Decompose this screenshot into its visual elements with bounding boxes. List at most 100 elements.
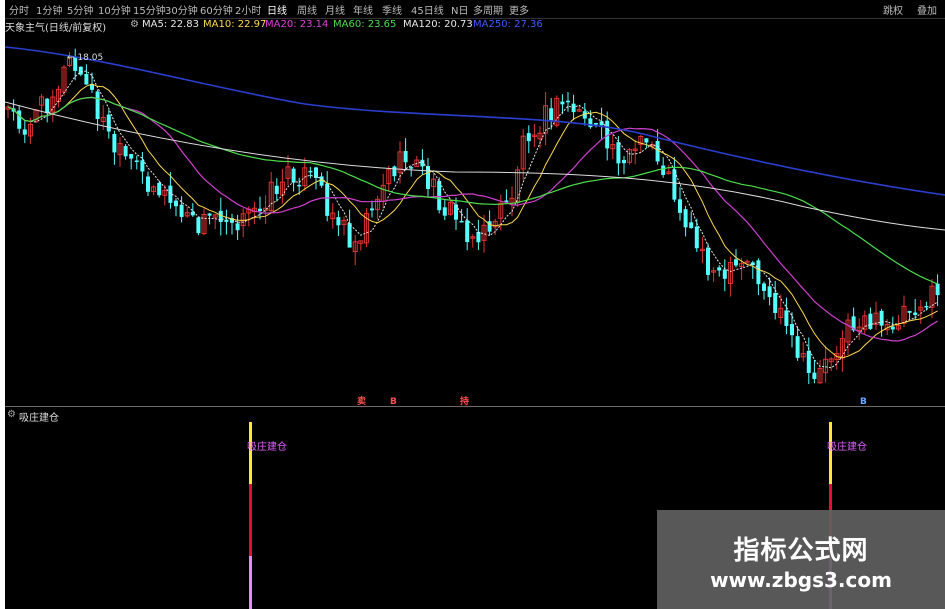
candle-body [129, 153, 134, 159]
signal-bar-red [249, 484, 252, 556]
watermark: 指标公式网 www.zbgs3.com [657, 510, 945, 609]
ma-legend-item: MA250: 27.36 [473, 19, 543, 30]
panel-divider [5, 406, 945, 407]
candle-body [868, 313, 873, 329]
period-tab[interactable]: 日线 [267, 2, 287, 17]
candle-body [442, 207, 447, 216]
candle-body [812, 372, 817, 380]
indicator-gear-icon[interactable]: ⚙ [7, 409, 16, 420]
candlestick-chart[interactable]: ← 18.05 卖 B 持 B [5, 32, 945, 406]
period-tab[interactable]: 60分钟 [200, 2, 233, 17]
moving-average-legend: 天象主气(日线/前复权) ⚙ MA5: 22.83 MA10: 22.97 MA20: … [5, 18, 945, 34]
candle-body [370, 208, 374, 211]
period-tab[interactable]: 分时 [9, 2, 29, 17]
candle-body [409, 167, 414, 169]
candle-body [706, 247, 710, 275]
period-tab[interactable]: 30分钟 [165, 2, 198, 17]
candle-body [112, 133, 117, 153]
signal-label: 吸庄建仓 [827, 440, 867, 453]
candle-body [672, 169, 677, 200]
candle-body [806, 350, 811, 373]
signal-marker: B [860, 397, 867, 406]
ma-legend-item: MA60: 23.65 [333, 19, 397, 30]
candle-body [879, 310, 884, 326]
candle-body [661, 165, 666, 175]
candle-body [95, 91, 100, 120]
candle-body [616, 142, 621, 164]
candle-body [795, 336, 800, 358]
candle-body [146, 176, 150, 192]
candle-body [258, 208, 262, 212]
period-tab[interactable]: 多周期 [473, 2, 503, 17]
candle-body [157, 182, 162, 196]
candle-body [454, 204, 458, 220]
candle-body [694, 226, 699, 249]
candle-body [756, 260, 761, 285]
candle-body [526, 133, 531, 142]
period-tab[interactable]: 15分钟 [133, 2, 166, 17]
period-tab[interactable]: 季线 [382, 2, 402, 17]
toolbar-right-button[interactable]: 叠加 [917, 2, 937, 17]
period-tab[interactable]: 更多 [509, 2, 529, 17]
period-tab[interactable]: 1分钟 [36, 2, 62, 17]
period-tab[interactable]: 月线 [325, 2, 345, 17]
period-tab[interactable]: 10分钟 [98, 2, 131, 17]
candle-body [678, 199, 682, 213]
candle-body [935, 283, 940, 296]
candle-body [907, 310, 912, 313]
candle-body [106, 114, 111, 132]
period-tab[interactable]: 年线 [353, 2, 373, 17]
watermark-url: www.zbgs3.com [710, 568, 892, 592]
signal-label: 吸庄建仓 [247, 440, 287, 453]
candle-body [196, 217, 201, 234]
candle-body [790, 324, 794, 336]
candle-body [465, 220, 470, 243]
toolbar-right-button[interactable]: 跳权 [883, 2, 903, 17]
stock-chart-window: 分时 1分钟 5分钟 10分钟 15分钟 30分钟 60分钟 2小时 日线 周线 月线 年线 季线 45日… [5, 0, 945, 609]
watermark-title: 指标公式网 [733, 536, 869, 566]
candle-body [594, 122, 598, 125]
ma-legend-item: MA20: 23.14 [265, 19, 329, 30]
candle-body [476, 231, 481, 243]
candle-body [924, 305, 929, 308]
signal-bar-yellow [829, 422, 832, 484]
candle-body [890, 326, 895, 330]
candle-body [722, 269, 727, 279]
signal-marker: 卖 [357, 395, 366, 406]
candle-body [207, 213, 212, 216]
candle-body [308, 170, 313, 173]
signal-bar-yellow [249, 422, 252, 484]
period-tab[interactable]: 5分钟 [67, 2, 93, 17]
candle-body [717, 267, 722, 271]
period-tab[interactable]: 2小时 [235, 2, 261, 17]
period-tab[interactable]: 45日线 [411, 2, 444, 17]
candle-body [297, 184, 302, 187]
candle-body [560, 101, 565, 105]
candle-body [913, 312, 918, 315]
ma-legend-item: MA120: 20.73 [403, 19, 473, 30]
candle-body [325, 183, 330, 216]
candle-body [549, 108, 554, 121]
candle-body [459, 220, 464, 223]
candle-body [420, 159, 425, 167]
candle-body [644, 138, 649, 143]
candle-body [140, 160, 145, 172]
period-tab[interactable]: 周线 [297, 2, 317, 17]
period-tab[interactable]: N日 [451, 2, 468, 17]
ma250-line [5, 46, 945, 196]
candle-body [683, 209, 688, 228]
indicator-title: 吸庄建仓 [19, 413, 59, 424]
candle-body [762, 283, 766, 291]
candle-body [235, 223, 240, 231]
candle-body [773, 292, 778, 313]
signal-marker: 持 [460, 395, 469, 406]
candle-body [784, 310, 789, 326]
settings-gear-icon[interactable]: ⚙ [130, 19, 139, 30]
candle-body [622, 159, 626, 164]
candle-body [437, 180, 442, 211]
candle-body [734, 259, 738, 266]
candle-body [134, 160, 139, 162]
ma-legend-item: MA10: 22.97 [203, 19, 267, 30]
signal-marker: B [390, 397, 397, 406]
candle-body [274, 185, 279, 194]
